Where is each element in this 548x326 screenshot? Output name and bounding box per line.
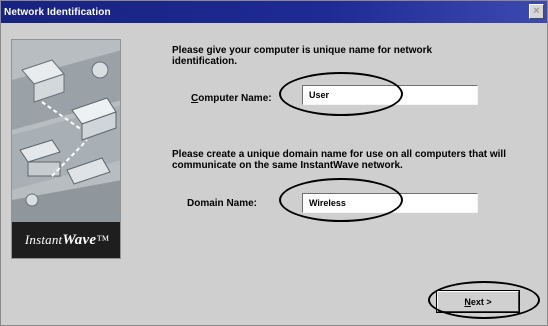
network-illustration-icon [12, 40, 120, 224]
close-button[interactable]: × [529, 4, 544, 19]
domain-name-instructions: Please create a unique domain name for u… [172, 149, 506, 171]
computer-name-input[interactable]: User [302, 85, 478, 105]
domain-name-input[interactable]: Wireless [302, 193, 478, 213]
window-title: Network Identification [4, 6, 111, 18]
sidebar-illustration: InstantWave™ [11, 39, 121, 259]
close-icon: × [533, 5, 540, 17]
computer-name-label: Computer Name: [191, 93, 272, 104]
domain-name-label: Domain Name: [187, 198, 258, 209]
network-identification-dialog: Network Identification × InstantWave™ Pl [0, 0, 548, 326]
brand-logo: InstantWave™ [12, 222, 120, 258]
title-bar: Network Identification × [1, 1, 547, 23]
brand-name: InstantWave™ [24, 231, 110, 248]
computer-name-instructions: Please give your computer is unique name… [172, 45, 433, 67]
next-button[interactable]: Next > [437, 291, 519, 312]
